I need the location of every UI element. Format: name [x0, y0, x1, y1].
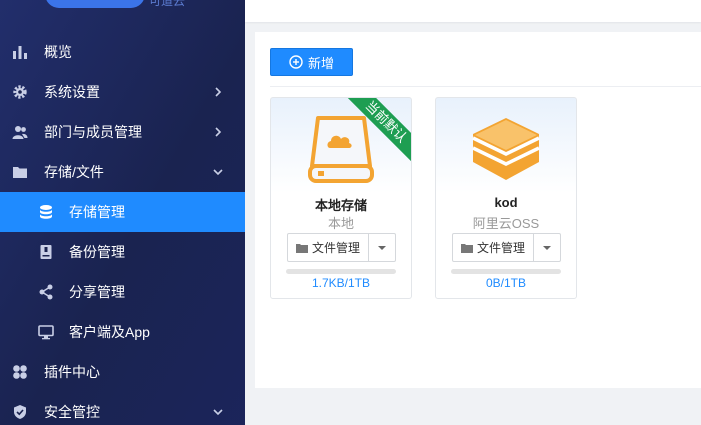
folder-icon	[460, 243, 473, 253]
usage-text: 1.7KB/1TB	[311, 276, 371, 290]
usage-text: 0B/1TB	[485, 276, 527, 290]
sidebar-item-label: 部门与成员管理	[44, 124, 142, 140]
usage-bar	[286, 269, 396, 274]
shield-icon	[14, 405, 26, 419]
sidebar-item-storage-files[interactable]: 存储/文件	[0, 152, 245, 192]
caret-down-icon	[543, 245, 551, 250]
usage-bar	[451, 269, 561, 274]
folder-icon	[13, 167, 27, 178]
add-button-label: 新增	[307, 55, 334, 71]
sidebar-item-departments[interactable]: 部门与成员管理	[0, 112, 245, 152]
folder-icon	[295, 243, 308, 253]
file-manage-button[interactable]: 文件管理	[288, 234, 369, 261]
storage-card-kod[interactable]: kod 阿里云OSS 文件管理 0B/1TB	[435, 97, 577, 299]
dropdown-toggle[interactable]	[369, 234, 395, 261]
top-bar	[245, 0, 701, 22]
sidebar-item-backup[interactable]: 备份管理	[0, 232, 245, 272]
file-manage-dropdown: 文件管理	[287, 233, 396, 262]
file-manage-button[interactable]: 文件管理	[453, 234, 534, 261]
divider	[270, 86, 701, 87]
sidebar-item-label: 备份管理	[69, 244, 125, 260]
plus-circle-icon	[289, 55, 303, 69]
bar-chart-icon	[13, 46, 27, 59]
sidebar-menu: 概览 系统设置 部门与成员管理 存储/文件 存储管理 备份管理 分享管理 客户端…	[0, 32, 245, 425]
local-drive-icon	[308, 116, 374, 183]
sidebar-item-label: 存储/文件	[44, 164, 104, 180]
card-icon	[436, 114, 576, 190]
file-manage-label: 文件管理	[311, 241, 360, 255]
chevron-down-icon	[213, 169, 223, 176]
storage-panel: 新增 当前默认 本地存储 本地 文件管理 1.7KB/1TB kod 阿里云OS…	[255, 32, 701, 388]
kod-box-icon	[472, 118, 540, 180]
sidebar-item-label: 存储管理	[69, 204, 125, 220]
plugin-icon	[13, 365, 27, 379]
sidebar-item-label: 分享管理	[69, 284, 125, 300]
caret-down-icon	[378, 245, 386, 250]
file-manage-dropdown: 文件管理	[452, 233, 561, 262]
database-icon	[40, 205, 52, 219]
chevron-right-icon	[215, 87, 222, 97]
logo: 可道云	[45, 0, 205, 10]
storage-name: 本地存储	[314, 198, 367, 213]
sidebar-item-security[interactable]: 安全管控	[0, 392, 245, 425]
file-manage-label: 文件管理	[476, 241, 525, 255]
users-icon	[12, 126, 28, 139]
sidebar-item-plugin-center[interactable]: 插件中心	[0, 352, 245, 392]
backup-drive-icon	[40, 245, 52, 259]
sidebar-item-share[interactable]: 分享管理	[0, 272, 245, 312]
sidebar-item-label: 客户端及App	[69, 324, 150, 340]
sidebar-item-label: 安全管控	[44, 404, 100, 420]
share-icon	[39, 284, 53, 300]
sidebar-item-label: 插件中心	[44, 364, 100, 380]
sidebar-item-overview[interactable]: 概览	[0, 32, 245, 72]
sidebar-item-label: 概览	[44, 44, 72, 60]
sidebar-item-system-settings[interactable]: 系统设置	[0, 72, 245, 112]
storage-name: kod	[494, 195, 518, 210]
dropdown-toggle[interactable]	[534, 234, 560, 261]
add-storage-button[interactable]: 新增	[270, 48, 353, 76]
chevron-down-icon	[213, 409, 223, 416]
sidebar: 可道云 概览 系统设置 部门与成员管理 存储/文件 存储管理 备份管理 分享管理…	[0, 0, 245, 425]
storage-type: 本地	[327, 216, 354, 231]
sidebar-item-storage-management[interactable]: 存储管理	[0, 192, 245, 232]
sidebar-item-label: 系统设置	[44, 84, 100, 100]
storage-card-local[interactable]: 当前默认 本地存储 本地 文件管理 1.7KB/1TB	[270, 97, 412, 299]
storage-type: 阿里云OSS	[472, 216, 540, 231]
gear-icon	[13, 85, 27, 99]
logo-mark	[45, 0, 145, 8]
monitor-icon	[38, 325, 54, 340]
logo-subtitle: 可道云	[149, 0, 186, 8]
sidebar-item-clients-app[interactable]: 客户端及App	[0, 312, 245, 352]
chevron-right-icon	[215, 127, 222, 137]
